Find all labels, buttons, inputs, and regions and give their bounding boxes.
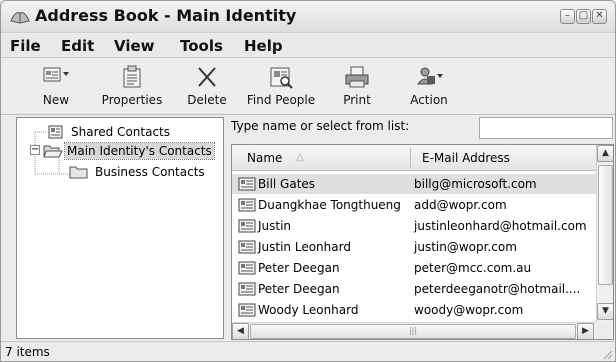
contact-list[interactable]: Name △ E-Mail Address Bill Gates billg@mi…: [231, 144, 614, 340]
contact-row[interactable]: Peter Deegan peterdeeganotr@hotmail....: [232, 279, 596, 299]
new-button[interactable]: New: [31, 59, 81, 115]
folder-tree[interactable]: Shared Contacts − Main Identity's Contac…: [16, 117, 224, 339]
menu-edit[interactable]: Edit: [61, 37, 94, 55]
minimize-button[interactable]: –: [560, 9, 575, 24]
properties-icon: [123, 65, 141, 88]
find-people-icon: [270, 67, 293, 89]
contact-card-icon: [238, 177, 256, 191]
folder-open-icon: [43, 145, 63, 158]
tree-expander[interactable]: −: [30, 145, 40, 155]
contact-name: Duangkhae Tongthueng: [258, 198, 401, 212]
print-label: Print: [343, 93, 371, 107]
contact-row[interactable]: Peter Deegan peter@mcc.com.au: [232, 258, 596, 278]
scroll-up-button[interactable]: ▲: [597, 145, 613, 162]
contact-email: woody@wopr.com: [414, 303, 524, 317]
action-label: Action: [410, 93, 448, 107]
address-book-app-icon: [10, 12, 30, 24]
find-people-button[interactable]: Find People: [243, 59, 319, 115]
horizontal-scrollbar[interactable]: ◀ ||| ▶: [232, 322, 596, 339]
contact-row[interactable]: Justin justinleonhard@hotmail.com: [232, 216, 596, 236]
column-header-email[interactable]: E-Mail Address: [422, 151, 510, 165]
vertical-scrollbar[interactable]: ▲ ▼: [596, 145, 613, 322]
resize-grip-icon[interactable]: [601, 348, 613, 360]
contact-email: billg@microsoft.com: [414, 177, 537, 191]
menu-help[interactable]: Help: [244, 37, 283, 55]
list-header: Name △ E-Mail Address: [232, 145, 596, 171]
column-divider[interactable]: [410, 148, 411, 168]
action-button[interactable]: Action: [405, 59, 453, 115]
toolbar: New Properties Delete Find People Print …: [1, 59, 615, 115]
search-input[interactable]: [479, 117, 613, 139]
contact-name: Peter Deegan: [258, 282, 340, 296]
contact-name: Woody Leonhard: [258, 303, 359, 317]
tree-label-shared-contacts: Shared Contacts: [71, 125, 170, 139]
printer-icon: [345, 66, 369, 88]
find-people-label: Find People: [246, 93, 316, 107]
address-book-window: Address Book - Main Identity – □ ✕ File …: [0, 0, 616, 362]
contact-name: Peter Deegan: [258, 261, 340, 275]
menu-tools[interactable]: Tools: [180, 37, 223, 55]
contact-card-icon: [238, 198, 256, 212]
sort-ascending-icon: △: [296, 152, 304, 163]
tree-label-main-identity-contacts: Main Identity's Contacts: [64, 142, 215, 160]
new-contact-icon: [43, 67, 69, 82]
properties-button[interactable]: Properties: [97, 59, 167, 115]
properties-label: Properties: [101, 93, 163, 107]
contact-card-icon: [238, 261, 256, 275]
delete-button[interactable]: Delete: [183, 59, 231, 115]
new-label: New: [42, 93, 70, 107]
contact-name: Bill Gates: [258, 177, 316, 191]
title-bar[interactable]: Address Book - Main Identity – □ ✕: [1, 1, 615, 33]
contact-row[interactable]: Duangkhae Tongthueng add@wopr.com: [232, 195, 596, 215]
scroll-right-button[interactable]: ▶: [577, 323, 594, 339]
folder-icon: [69, 166, 88, 179]
contact-name: Justin Leonhard: [258, 240, 351, 254]
contact-name: Justin: [258, 219, 292, 233]
menu-bar: File Edit View Tools Help: [1, 34, 615, 58]
delete-label: Delete: [187, 93, 227, 107]
vertical-scroll-thumb[interactable]: [598, 165, 613, 285]
contact-card-icon: [238, 282, 256, 296]
horizontal-scroll-thumb[interactable]: |||: [250, 324, 576, 339]
contact-card-icon: [238, 240, 256, 254]
close-button[interactable]: ✕: [592, 9, 607, 24]
status-bar: 7 items: [1, 341, 615, 361]
contact-row[interactable]: Woody Leonhard woody@wopr.com: [232, 300, 596, 320]
scrollbar-corner: [596, 322, 613, 339]
print-button[interactable]: Print: [335, 59, 379, 115]
menu-file[interactable]: File: [10, 37, 41, 55]
tree-label-business-contacts: Business Contacts: [95, 165, 205, 179]
contact-email: peter@mcc.com.au: [414, 261, 532, 275]
contact-email: add@wopr.com: [414, 198, 507, 212]
contact-row[interactable]: Bill Gates billg@microsoft.com: [232, 174, 596, 194]
contact-email: justinleonhard@hotmail.com: [414, 219, 587, 233]
action-icon: [417, 67, 443, 85]
address-book-icon: [48, 125, 63, 139]
scroll-left-button[interactable]: ◀: [232, 323, 249, 339]
contact-email: peterdeeganotr@hotmail....: [414, 282, 581, 296]
search-label: Type name or select from list:: [231, 119, 410, 133]
status-item-count: 7 items: [5, 345, 50, 359]
contact-card-icon: [238, 219, 256, 233]
contact-card-icon: [238, 303, 256, 317]
contact-email: justin@wopr.com: [414, 240, 517, 254]
contact-row[interactable]: Justin Leonhard justin@wopr.com: [232, 237, 596, 257]
window-title: Address Book - Main Identity: [35, 6, 297, 25]
maximize-button[interactable]: □: [576, 9, 591, 24]
scroll-down-button[interactable]: ▼: [597, 303, 613, 320]
column-header-name[interactable]: Name: [247, 151, 282, 165]
delete-icon: [198, 67, 216, 87]
menu-view[interactable]: View: [114, 37, 155, 55]
